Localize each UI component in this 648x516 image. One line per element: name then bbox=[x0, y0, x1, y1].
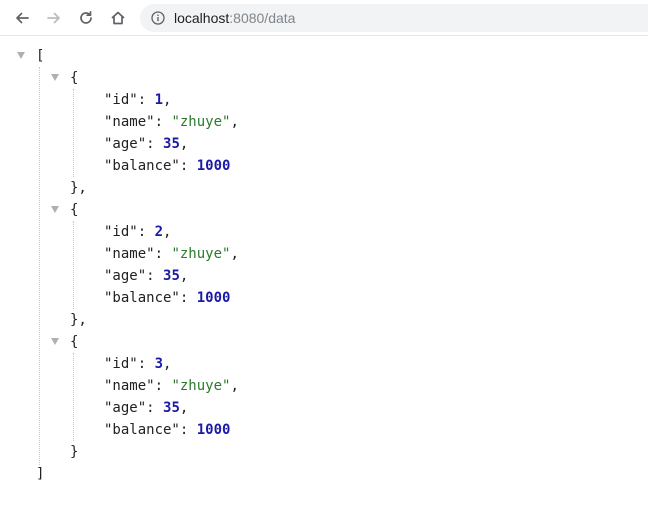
json-field: "id": 3, bbox=[104, 356, 172, 372]
indent-guide bbox=[39, 67, 40, 465]
collapse-triangle-icon[interactable] bbox=[51, 74, 59, 81]
indent-guide bbox=[73, 89, 74, 177]
json-field: "name": "zhuye", bbox=[104, 246, 239, 262]
object-open-brace: { bbox=[70, 70, 79, 86]
object-open-brace: { bbox=[70, 334, 79, 350]
json-field: "balance": 1000 bbox=[104, 158, 231, 174]
json-field: "age": 35, bbox=[104, 268, 189, 284]
collapse-triangle-icon[interactable] bbox=[17, 52, 25, 59]
array-open-bracket: [ bbox=[36, 48, 45, 64]
object-close-brace: }, bbox=[70, 312, 87, 328]
json-field: "age": 35, bbox=[104, 136, 189, 152]
collapse-triangle-icon[interactable] bbox=[51, 338, 59, 345]
json-field: "id": 2, bbox=[104, 224, 172, 240]
json-field: "id": 1, bbox=[104, 92, 172, 108]
json-field: "age": 35, bbox=[104, 400, 189, 416]
url-host: localhost bbox=[174, 10, 230, 26]
home-icon[interactable] bbox=[107, 7, 129, 29]
json-field: "balance": 1000 bbox=[104, 422, 231, 438]
indent-guide bbox=[73, 353, 74, 441]
browser-toolbar: localhost:8080/data bbox=[0, 0, 648, 36]
back-arrow-icon[interactable] bbox=[11, 7, 33, 29]
url-port-path: :8080/data bbox=[229, 10, 296, 26]
url-text[interactable]: localhost:8080/data bbox=[174, 10, 295, 26]
json-field: "balance": 1000 bbox=[104, 290, 231, 306]
address-bar[interactable]: localhost:8080/data bbox=[140, 4, 648, 32]
json-field: "name": "zhuye", bbox=[104, 378, 239, 394]
collapse-triangle-icon[interactable] bbox=[51, 206, 59, 213]
json-viewer: [ { "id": 1, "name": "zhuye", "age": 35,… bbox=[0, 40, 648, 516]
object-open-brace: { bbox=[70, 202, 79, 218]
object-close-brace: }, bbox=[70, 180, 87, 196]
array-close-bracket: ] bbox=[36, 466, 45, 482]
indent-guide bbox=[73, 221, 74, 309]
reload-icon[interactable] bbox=[75, 7, 97, 29]
info-icon[interactable] bbox=[151, 11, 165, 25]
object-close-brace: } bbox=[70, 444, 79, 460]
json-field: "name": "zhuye", bbox=[104, 114, 239, 130]
forward-arrow-icon[interactable] bbox=[43, 7, 65, 29]
